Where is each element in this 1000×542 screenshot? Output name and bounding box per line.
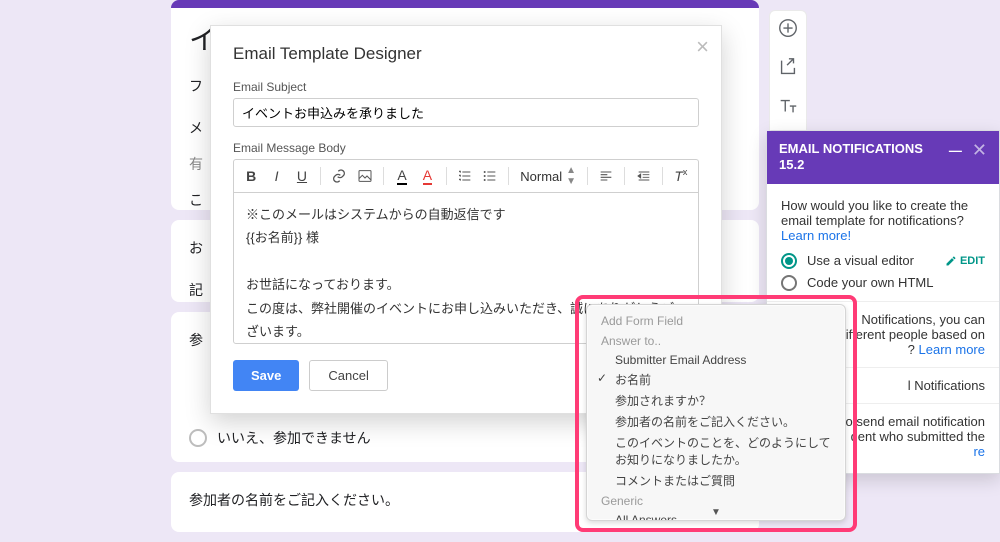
save-button[interactable]: Save: [233, 360, 299, 391]
dd-heading: Add Form Field: [587, 311, 845, 331]
image-icon[interactable]: [354, 164, 376, 188]
edit-button[interactable]: EDIT: [945, 255, 985, 267]
link-icon[interactable]: [328, 164, 350, 188]
radio-icon: [781, 253, 797, 269]
ol-icon[interactable]: [454, 164, 476, 188]
italic-icon[interactable]: I: [265, 164, 287, 188]
dd-item[interactable]: 参加者の名前をご記入ください。: [587, 411, 845, 432]
dd-item[interactable]: コメントまたはご質問: [587, 470, 845, 491]
learn-more-link[interactable]: Learn more: [919, 342, 985, 357]
import-icon[interactable]: [777, 56, 799, 81]
dd-item[interactable]: Submitter Email Address: [587, 351, 845, 369]
radio-icon[interactable]: [189, 429, 207, 447]
form-field-dropdown-highlight: Add Form Field Answer to.. Submitter Ema…: [575, 295, 857, 532]
format-select[interactable]: Normal▲▼: [516, 165, 580, 187]
modal-title: Email Template Designer: [233, 44, 699, 64]
option-label: いいえ、参加できません: [217, 428, 371, 448]
more-link[interactable]: re: [973, 444, 985, 459]
radio-icon: [781, 275, 797, 291]
panel-title: EMAIL NOTIFICATIONS 15.2: [779, 141, 949, 174]
body-label: Email Message Body: [233, 141, 699, 155]
form-field-dropdown[interactable]: Add Form Field Answer to.. Submitter Ema…: [586, 304, 846, 521]
dd-heading: Answer to..: [587, 331, 845, 351]
panel-question: How would you like to create the email t…: [781, 198, 985, 243]
subject-label: Email Subject: [233, 80, 699, 94]
dd-item[interactable]: このイベントのことを、どのようにしてお知りになりましたか。: [587, 432, 845, 470]
dd-item[interactable]: お名前: [587, 369, 845, 390]
clear-icon[interactable]: Tx: [670, 164, 692, 188]
textcolor-icon[interactable]: A: [391, 164, 413, 188]
option-visual-editor[interactable]: Use a visual editor EDIT: [781, 253, 985, 269]
subject-input[interactable]: [233, 98, 699, 127]
highlight-icon[interactable]: A: [416, 164, 438, 188]
close-icon[interactable]: ×: [696, 34, 709, 60]
indent-icon[interactable]: [632, 164, 654, 188]
chevron-down-icon[interactable]: ▼: [711, 507, 721, 518]
close-icon[interactable]: ✕: [972, 141, 987, 159]
cancel-button[interactable]: Cancel: [309, 360, 387, 391]
minimize-icon[interactable]: —: [949, 143, 960, 158]
text-icon[interactable]: [777, 95, 799, 120]
option-code-html[interactable]: Code your own HTML: [781, 275, 985, 291]
bold-icon[interactable]: B: [240, 164, 262, 188]
align-icon[interactable]: [595, 164, 617, 188]
underline-icon[interactable]: U: [291, 164, 313, 188]
add-icon[interactable]: [777, 17, 799, 42]
learn-more-link[interactable]: Learn more!: [781, 228, 851, 243]
dd-item[interactable]: 参加されますか？: [587, 390, 845, 411]
editor-toolbar: B I U A A Normal▲▼ Tx: [233, 159, 699, 192]
ul-icon[interactable]: [479, 164, 501, 188]
panel-header: EMAIL NOTIFICATIONS 15.2 — ✕: [767, 131, 999, 184]
